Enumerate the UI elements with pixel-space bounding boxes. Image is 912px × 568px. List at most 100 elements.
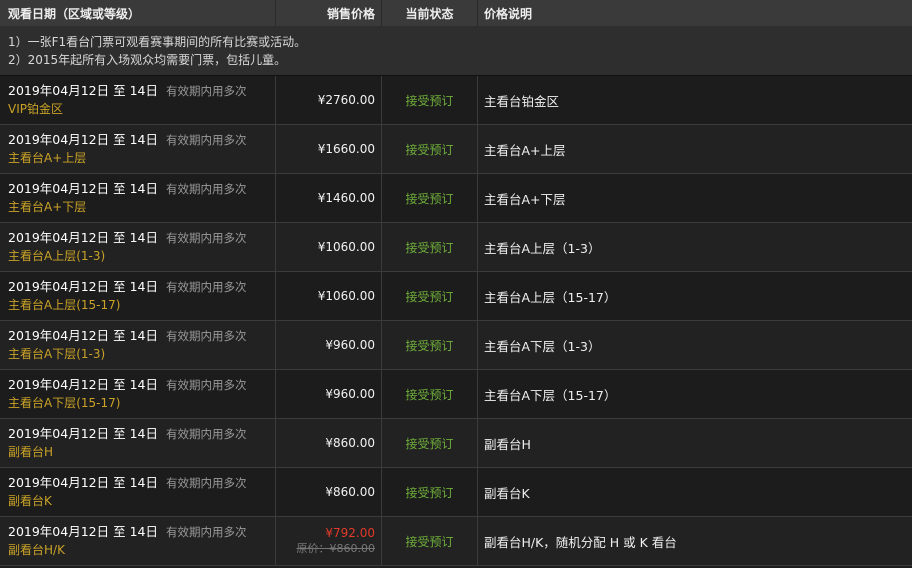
date-range: 2019年04月12日 至 14日 bbox=[8, 475, 158, 490]
table-row[interactable]: 2019年04月12日 至 14日 有效期内用多次 主看台A下层(1-3) ¥96… bbox=[0, 321, 912, 370]
original-price: 原价：¥860.00 bbox=[296, 542, 376, 555]
desc-cell: 副看台K bbox=[478, 468, 912, 516]
desc-cell: 副看台H bbox=[478, 419, 912, 467]
date-cell: 2019年04月12日 至 14日 有效期内用多次 主看台A+上层 bbox=[0, 125, 276, 173]
validity-note: 有效期内用多次 bbox=[165, 84, 247, 98]
status-cell: 接受预订 bbox=[382, 468, 478, 516]
date-range: 2019年04月12日 至 14日 bbox=[8, 426, 158, 441]
price: ¥1060.00 bbox=[317, 240, 375, 254]
status-cell: 接受预订 bbox=[382, 370, 478, 418]
header-date: 观看日期（区域或等级） bbox=[0, 0, 276, 26]
date-range: 2019年04月12日 至 14日 bbox=[8, 230, 158, 245]
zone-name: 副看台K bbox=[8, 494, 52, 508]
status-badge: 接受预订 bbox=[405, 534, 454, 549]
date-range: 2019年04月12日 至 14日 bbox=[8, 377, 158, 392]
table-row[interactable]: 2019年04月12日 至 14日 有效期内用多次 副看台K ¥860.00 接受… bbox=[0, 468, 912, 517]
table-row[interactable]: 2019年04月12日 至 14日 有效期内用多次 主看台A下层(15-17) ¥… bbox=[0, 370, 912, 419]
header-status: 当前状态 bbox=[382, 0, 478, 26]
price: ¥960.00 bbox=[325, 387, 375, 401]
table-row[interactable]: 2019年04月12日 至 14日 有效期内用多次 主看台A上层(1-3) ¥10… bbox=[0, 223, 912, 272]
header-desc: 价格说明 bbox=[484, 6, 533, 21]
table-header: 观看日期（区域或等级） 销售价格 当前状态 价格说明 bbox=[0, 0, 912, 26]
price-description: 主看台A下层（15-17） bbox=[484, 387, 617, 403]
status-badge: 接受预订 bbox=[405, 93, 454, 108]
status-badge: 接受预订 bbox=[405, 338, 454, 353]
date-cell: 2019年04月12日 至 14日 有效期内用多次 主看台A下层(15-17) bbox=[0, 370, 276, 418]
status-badge: 接受预订 bbox=[405, 289, 454, 304]
zone-name: 主看台A下层(15-17) bbox=[8, 396, 121, 410]
zone-name: 副看台H bbox=[8, 445, 54, 459]
table-row[interactable]: 2019年04月12日 至 14日 有效期内用多次 主看台A+下层 ¥1460.0… bbox=[0, 174, 912, 223]
price: ¥1060.00 bbox=[317, 289, 375, 303]
status-badge: 接受预订 bbox=[405, 485, 454, 500]
desc-cell: 主看台A下层（15-17） bbox=[478, 370, 912, 418]
zone-name: 副看台H/K bbox=[8, 543, 65, 557]
status-cell: 接受预订 bbox=[382, 321, 478, 369]
validity-note: 有效期内用多次 bbox=[165, 329, 247, 343]
status-badge: 接受预订 bbox=[405, 387, 454, 402]
zone-name: 主看台A+下层 bbox=[8, 200, 87, 214]
price-cell: ¥792.00 原价：¥860.00 bbox=[276, 517, 382, 565]
status-badge: 接受预订 bbox=[405, 240, 454, 255]
desc-cell: 主看台A上层（1-3） bbox=[478, 223, 912, 271]
table-row[interactable]: 2019年04月12日 至 14日 有效期内用多次 副看台H/K ¥792.00 … bbox=[0, 517, 912, 566]
status-cell: 接受预订 bbox=[382, 125, 478, 173]
table-row[interactable]: 2019年04月12日 至 14日 有效期内用多次 主看台A+上层 ¥1660.0… bbox=[0, 125, 912, 174]
date-range: 2019年04月12日 至 14日 bbox=[8, 279, 158, 294]
price: ¥860.00 bbox=[325, 436, 375, 450]
date-cell: 2019年04月12日 至 14日 有效期内用多次 主看台A上层(15-17) bbox=[0, 272, 276, 320]
date-range: 2019年04月12日 至 14日 bbox=[8, 181, 158, 196]
status-badge: 接受预订 bbox=[405, 191, 454, 206]
status-cell: 接受预订 bbox=[382, 223, 478, 271]
price-description: 副看台H bbox=[484, 436, 531, 452]
date-cell: 2019年04月12日 至 14日 有效期内用多次 副看台H/K bbox=[0, 517, 276, 565]
price-cell: ¥960.00 bbox=[276, 321, 382, 369]
zone-name: 主看台A上层(15-17) bbox=[8, 298, 121, 312]
status-badge: 接受预订 bbox=[405, 436, 454, 451]
validity-note: 有效期内用多次 bbox=[165, 525, 247, 539]
validity-note: 有效期内用多次 bbox=[165, 427, 247, 441]
price: ¥1660.00 bbox=[317, 142, 375, 156]
price-cell: ¥1060.00 bbox=[276, 272, 382, 320]
note-2: 2）2015年起所有入场观众均需要门票，包括儿童。 bbox=[8, 53, 287, 67]
status-cell: 接受预订 bbox=[382, 76, 478, 124]
price: ¥1460.00 bbox=[317, 191, 375, 205]
price-cell: ¥1060.00 bbox=[276, 223, 382, 271]
desc-cell: 主看台A上层（15-17） bbox=[478, 272, 912, 320]
table-row[interactable]: 2019年04月12日 至 14日 有效期内用多次 主看台A上层(15-17) ¥… bbox=[0, 272, 912, 321]
zone-name: 主看台A+上层 bbox=[8, 151, 87, 165]
date-range: 2019年04月12日 至 14日 bbox=[8, 83, 158, 98]
date-cell: 2019年04月12日 至 14日 有效期内用多次 VIP铂金区 bbox=[0, 76, 276, 124]
status-cell: 接受预订 bbox=[382, 419, 478, 467]
validity-note: 有效期内用多次 bbox=[165, 378, 247, 392]
desc-cell: 主看台铂金区 bbox=[478, 76, 912, 124]
zone-name: VIP铂金区 bbox=[8, 102, 63, 116]
status-badge: 接受预订 bbox=[405, 142, 454, 157]
status-cell: 接受预订 bbox=[382, 272, 478, 320]
price-cell: ¥860.00 bbox=[276, 419, 382, 467]
zone-name: 主看台A上层(1-3) bbox=[8, 249, 106, 263]
note-1: 1）一张F1看台门票可观看赛事期间的所有比赛或活动。 bbox=[8, 35, 307, 49]
date-cell: 2019年04月12日 至 14日 有效期内用多次 副看台K bbox=[0, 468, 276, 516]
date-range: 2019年04月12日 至 14日 bbox=[8, 328, 158, 343]
desc-cell: 主看台A下层（1-3） bbox=[478, 321, 912, 369]
price: ¥860.00 bbox=[325, 485, 375, 499]
validity-note: 有效期内用多次 bbox=[165, 476, 247, 490]
table-row[interactable]: 2019年04月12日 至 14日 有效期内用多次 VIP铂金区 ¥2760.00… bbox=[0, 76, 912, 125]
desc-cell: 主看台A+下层 bbox=[478, 174, 912, 222]
ticket-price-table: 观看日期（区域或等级） 销售价格 当前状态 价格说明 1）一张F1看台门票可观看… bbox=[0, 0, 912, 566]
price-description: 主看台A下层（1-3） bbox=[484, 338, 601, 354]
validity-note: 有效期内用多次 bbox=[165, 280, 247, 294]
date-cell: 2019年04月12日 至 14日 有效期内用多次 主看台A下层(1-3) bbox=[0, 321, 276, 369]
table-row[interactable]: 2019年04月12日 至 14日 有效期内用多次 副看台H ¥860.00 接受… bbox=[0, 419, 912, 468]
price-description: 副看台K bbox=[484, 485, 530, 501]
price: ¥960.00 bbox=[325, 338, 375, 352]
price-cell: ¥1660.00 bbox=[276, 125, 382, 173]
desc-cell: 主看台A+上层 bbox=[478, 125, 912, 173]
price-description: 主看台A+下层 bbox=[484, 191, 566, 207]
price-description: 主看台铂金区 bbox=[484, 93, 560, 109]
ticket-notes: 1）一张F1看台门票可观看赛事期间的所有比赛或活动。 2）2015年起所有入场观… bbox=[0, 26, 912, 76]
desc-cell: 副看台H/K，随机分配 H 或 K 看台 bbox=[478, 517, 912, 565]
table-body: 2019年04月12日 至 14日 有效期内用多次 VIP铂金区 ¥2760.00… bbox=[0, 76, 912, 566]
date-cell: 2019年04月12日 至 14日 有效期内用多次 主看台A+下层 bbox=[0, 174, 276, 222]
